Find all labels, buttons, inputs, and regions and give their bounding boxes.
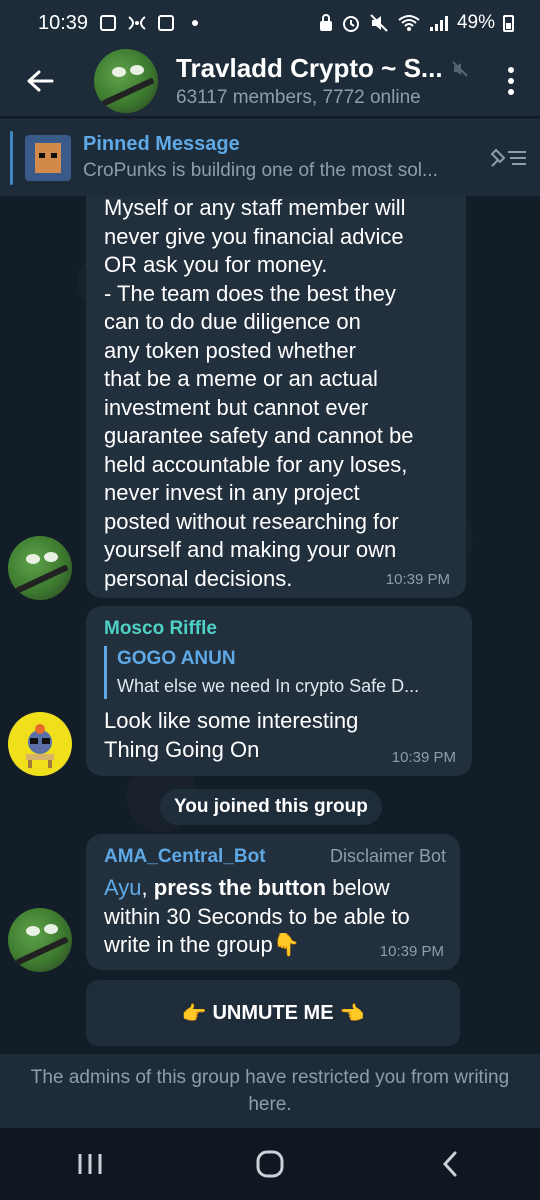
message-bubble[interactable]: AMA_Central_Bot Disclaimer Bot Ayu, pres…	[86, 834, 460, 970]
avatar-cartoon-icon	[26, 724, 54, 768]
status-time: 10:39	[38, 11, 89, 34]
pointing-left-emoji: 👈	[339, 1002, 365, 1025]
back-button[interactable]	[0, 46, 80, 116]
sender-avatar[interactable]	[8, 908, 72, 972]
chat-header: Travladd Crypto ~ S... 63117 members, 77…	[0, 46, 540, 116]
reply-quote[interactable]: GOGO ANUN What else we need In crypto Sa…	[104, 646, 454, 699]
sender-avatar[interactable]	[8, 536, 72, 600]
chevron-left-icon	[442, 1151, 457, 1177]
reply-text: What else we need In crypto Safe D...	[117, 676, 420, 696]
chat-title: Travladd Crypto ~ S...	[176, 53, 443, 83]
back-nav-button[interactable]	[410, 1134, 490, 1194]
notification-dot-icon	[192, 20, 199, 26]
home-button[interactable]	[230, 1134, 310, 1194]
system-nav-bar	[0, 1128, 540, 1200]
unmute-me-button[interactable]: 👉 UNMUTE ME 👈	[86, 980, 460, 1046]
muted-icon	[451, 60, 468, 77]
reply-sender: GOGO ANUN	[117, 648, 236, 669]
member-count: 63117 members, 7772 online	[176, 87, 421, 108]
pointing-right-emoji: 👉	[181, 1002, 207, 1025]
signal-icon	[429, 16, 448, 31]
nfc-icon	[128, 16, 146, 30]
pinned-thumbnail	[25, 134, 71, 181]
pinned-indicator	[10, 130, 13, 185]
mute-icon	[370, 14, 388, 32]
shop-icon	[158, 15, 175, 31]
wifi-icon	[398, 15, 420, 31]
group-avatar[interactable]	[94, 49, 158, 113]
message-bubble[interactable]: Mosco Riffle GOGO ANUN What else we need…	[86, 606, 472, 776]
pinned-preview: CroPunks is building one of the most sol…	[83, 160, 438, 181]
chat-info[interactable]: Travladd Crypto ~ S... 63117 members, 77…	[176, 53, 482, 109]
bold-text: press the button	[153, 875, 327, 900]
message-time: 10:39 PM	[391, 749, 456, 766]
message-time: 10:39 PM	[385, 571, 450, 588]
sender-avatar[interactable]	[8, 712, 72, 776]
message-bubble[interactable]: Myself or any staff member will never gi…	[86, 196, 466, 598]
sender-name[interactable]: Mosco Riffle	[104, 618, 454, 640]
pinned-message-bar[interactable]: Pinned Message CroPunks is building one …	[0, 118, 540, 196]
more-menu-button[interactable]	[482, 46, 540, 116]
battery-icon	[503, 14, 514, 32]
mention-link[interactable]: Ayu	[104, 875, 142, 900]
recents-button[interactable]	[50, 1134, 130, 1194]
pin-list-icon	[490, 148, 526, 167]
arrow-left-icon	[27, 70, 54, 92]
unmute-label: UNMUTE ME	[212, 1001, 334, 1024]
dot-icon	[508, 67, 514, 73]
dot-icon	[508, 78, 514, 84]
dot-icon	[508, 89, 514, 95]
pinned-label: Pinned Message	[83, 133, 240, 155]
alarm-icon	[342, 16, 359, 32]
pointing-down-emoji: 👇	[272, 932, 301, 957]
home-icon	[256, 1150, 284, 1178]
gallery-icon	[100, 15, 117, 31]
lock-icon	[319, 14, 332, 31]
message-time: 10:39 PM	[379, 943, 444, 960]
recents-icon	[78, 1154, 102, 1174]
message-list[interactable]: Myself or any staff member will never gi…	[0, 196, 540, 1054]
message-text: Myself or any staff member will never gi…	[104, 196, 414, 591]
battery-percent: 49%	[456, 12, 495, 33]
status-bar: 10:39 49%	[0, 0, 540, 46]
service-message: You joined this group	[160, 789, 382, 825]
bot-tag: Disclaimer Bot	[329, 846, 446, 866]
pinned-list-button[interactable]	[476, 119, 540, 197]
restricted-notice: The admins of this group have restricted…	[0, 1054, 540, 1128]
